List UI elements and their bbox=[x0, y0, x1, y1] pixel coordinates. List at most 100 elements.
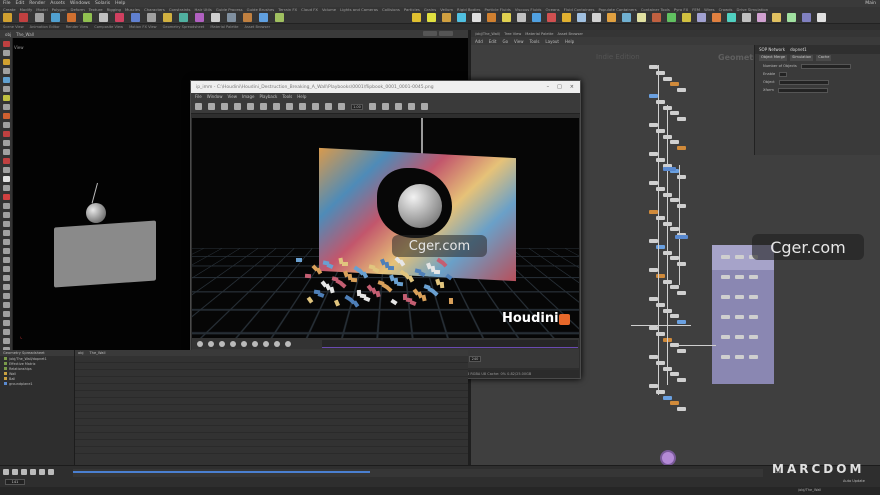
tool-icon[interactable] bbox=[395, 103, 402, 110]
shelf-tool-icon[interactable] bbox=[652, 13, 661, 22]
shelf-tool-icon[interactable] bbox=[19, 13, 28, 22]
network-node[interactable] bbox=[721, 275, 730, 279]
network-node[interactable] bbox=[670, 140, 679, 145]
shelf-tab[interactable]: Grains bbox=[424, 7, 436, 12]
pane-tab[interactable]: Material Palette bbox=[210, 25, 238, 29]
shelf-tool-icon[interactable] bbox=[817, 13, 826, 22]
shelf-tool-icon[interactable] bbox=[179, 13, 188, 22]
object-field[interactable] bbox=[778, 79, 829, 85]
tool-icon[interactable] bbox=[325, 103, 332, 110]
shelf-tool-icon[interactable] bbox=[547, 13, 556, 22]
xform-field[interactable] bbox=[777, 87, 828, 93]
viewport-tool-icon[interactable] bbox=[3, 248, 10, 254]
network-node[interactable] bbox=[749, 335, 758, 339]
tool-icon[interactable] bbox=[208, 103, 215, 110]
network-node[interactable] bbox=[649, 355, 658, 359]
network-tab[interactable]: Asset Browser bbox=[558, 32, 584, 36]
shelf-tool-icon[interactable] bbox=[577, 13, 586, 22]
network-node[interactable] bbox=[677, 407, 686, 412]
shelf-tab[interactable]: Wires bbox=[704, 7, 715, 12]
viewport-tool-icon[interactable] bbox=[3, 257, 10, 263]
shelf-tool-icon[interactable] bbox=[115, 13, 124, 22]
shelf-tool-icon[interactable] bbox=[275, 13, 284, 22]
shelf-tab[interactable]: Lights and Cameras bbox=[340, 7, 378, 12]
end-icon[interactable] bbox=[274, 340, 280, 347]
viewport-tool-icon[interactable] bbox=[3, 86, 10, 92]
pane-tab[interactable]: Scene View bbox=[3, 25, 24, 29]
tool-icon[interactable] bbox=[273, 103, 280, 110]
shelf-tab[interactable]: Pyro FX bbox=[674, 7, 688, 12]
network-menu-item[interactable]: Help bbox=[565, 39, 574, 44]
shelf-tool-icon[interactable] bbox=[607, 13, 616, 22]
viewport-tool-icon[interactable] bbox=[3, 176, 10, 182]
viewport-tool-icon[interactable] bbox=[3, 95, 10, 101]
shelf-tool-icon[interactable] bbox=[259, 13, 268, 22]
network-node[interactable] bbox=[677, 88, 686, 93]
shelf-tab[interactable]: Polygon bbox=[52, 7, 67, 12]
tab-simulation[interactable]: Simulation bbox=[790, 55, 814, 61]
network-node[interactable] bbox=[670, 256, 679, 261]
network-menu-item[interactable]: View bbox=[514, 39, 524, 44]
network-menu-item[interactable]: Go bbox=[503, 39, 509, 44]
tab-object-merge[interactable]: Object Merge bbox=[759, 55, 788, 61]
minimize-icon[interactable]: – bbox=[547, 84, 550, 90]
viewport-tool-icon[interactable] bbox=[3, 41, 10, 47]
network-node[interactable] bbox=[721, 315, 730, 319]
viewport-tool-icon[interactable] bbox=[3, 68, 10, 74]
shelf-tool-icon[interactable] bbox=[757, 13, 766, 22]
viewport-tool-icon[interactable] bbox=[3, 266, 10, 272]
shelf-tab[interactable]: Crowds bbox=[719, 7, 733, 12]
viewport-tool-icon[interactable] bbox=[3, 113, 10, 119]
menu-windows[interactable]: Windows bbox=[70, 1, 90, 6]
network-node[interactable] bbox=[721, 335, 730, 339]
shelf-tab[interactable]: Cloud FX bbox=[301, 7, 318, 12]
shelf-tool-icon[interactable] bbox=[637, 13, 646, 22]
network-node[interactable] bbox=[649, 268, 658, 272]
tool-icon[interactable] bbox=[247, 103, 254, 110]
shelf-tab[interactable]: Characters bbox=[144, 7, 165, 12]
network-node[interactable] bbox=[721, 255, 730, 259]
param-node-name[interactable]: dopnet1 bbox=[790, 47, 807, 52]
viewport-tool-icon[interactable] bbox=[3, 284, 10, 290]
shelf-tab[interactable]: Texture bbox=[89, 7, 103, 12]
tool-icon[interactable] bbox=[286, 103, 293, 110]
shelf-tab[interactable]: Collisions bbox=[382, 7, 400, 12]
shelf-tab[interactable]: Drive Simulation bbox=[737, 7, 769, 12]
shelf-tool-icon[interactable] bbox=[227, 13, 236, 22]
output-node[interactable] bbox=[660, 450, 676, 466]
tree-item[interactable]: groundplane1 bbox=[0, 381, 74, 386]
network-tab[interactable]: Material Palette bbox=[525, 32, 553, 36]
shelf-tool-icon[interactable] bbox=[592, 13, 601, 22]
prev-key-icon[interactable] bbox=[252, 340, 258, 347]
shelf-tool-icon[interactable] bbox=[712, 13, 721, 22]
menu-render[interactable]: Render bbox=[29, 1, 45, 6]
step-back-icon[interactable] bbox=[230, 340, 236, 347]
desktop-selector[interactable]: Main bbox=[865, 1, 876, 6]
mplay-menu-item[interactable]: Playback bbox=[260, 94, 278, 99]
mplay-timeline[interactable] bbox=[322, 340, 578, 348]
viewport-tool-icon[interactable] bbox=[3, 122, 10, 128]
end-icon[interactable] bbox=[48, 469, 54, 475]
network-node[interactable] bbox=[677, 320, 686, 325]
shelf-tool-icon[interactable] bbox=[667, 13, 676, 22]
maximize-icon[interactable]: □ bbox=[557, 84, 562, 90]
shelf-tool-icon[interactable] bbox=[35, 13, 44, 22]
network-node[interactable] bbox=[663, 395, 672, 400]
network-node[interactable] bbox=[749, 295, 758, 299]
menu-edit[interactable]: Edit bbox=[16, 1, 25, 6]
viewport-tool-icon[interactable] bbox=[3, 149, 10, 155]
network-menu-item[interactable]: Add bbox=[475, 39, 483, 44]
viewport-tool-icon[interactable] bbox=[3, 203, 10, 209]
shelf-tab[interactable]: Fluid Containers bbox=[564, 7, 595, 12]
loop-icon[interactable] bbox=[285, 340, 291, 347]
viewport-tool-icon[interactable] bbox=[3, 167, 10, 173]
auto-update-button[interactable]: Auto Update bbox=[843, 479, 865, 483]
viewport-tool-icon[interactable] bbox=[3, 302, 10, 308]
network-node[interactable] bbox=[670, 227, 679, 232]
network-node[interactable] bbox=[677, 146, 686, 151]
network-node[interactable] bbox=[677, 349, 686, 354]
viewport-tool-icon[interactable] bbox=[3, 77, 10, 83]
step-forward-icon[interactable] bbox=[241, 340, 247, 347]
shelf-tool-icon[interactable] bbox=[195, 13, 204, 22]
network-node[interactable] bbox=[670, 372, 679, 377]
